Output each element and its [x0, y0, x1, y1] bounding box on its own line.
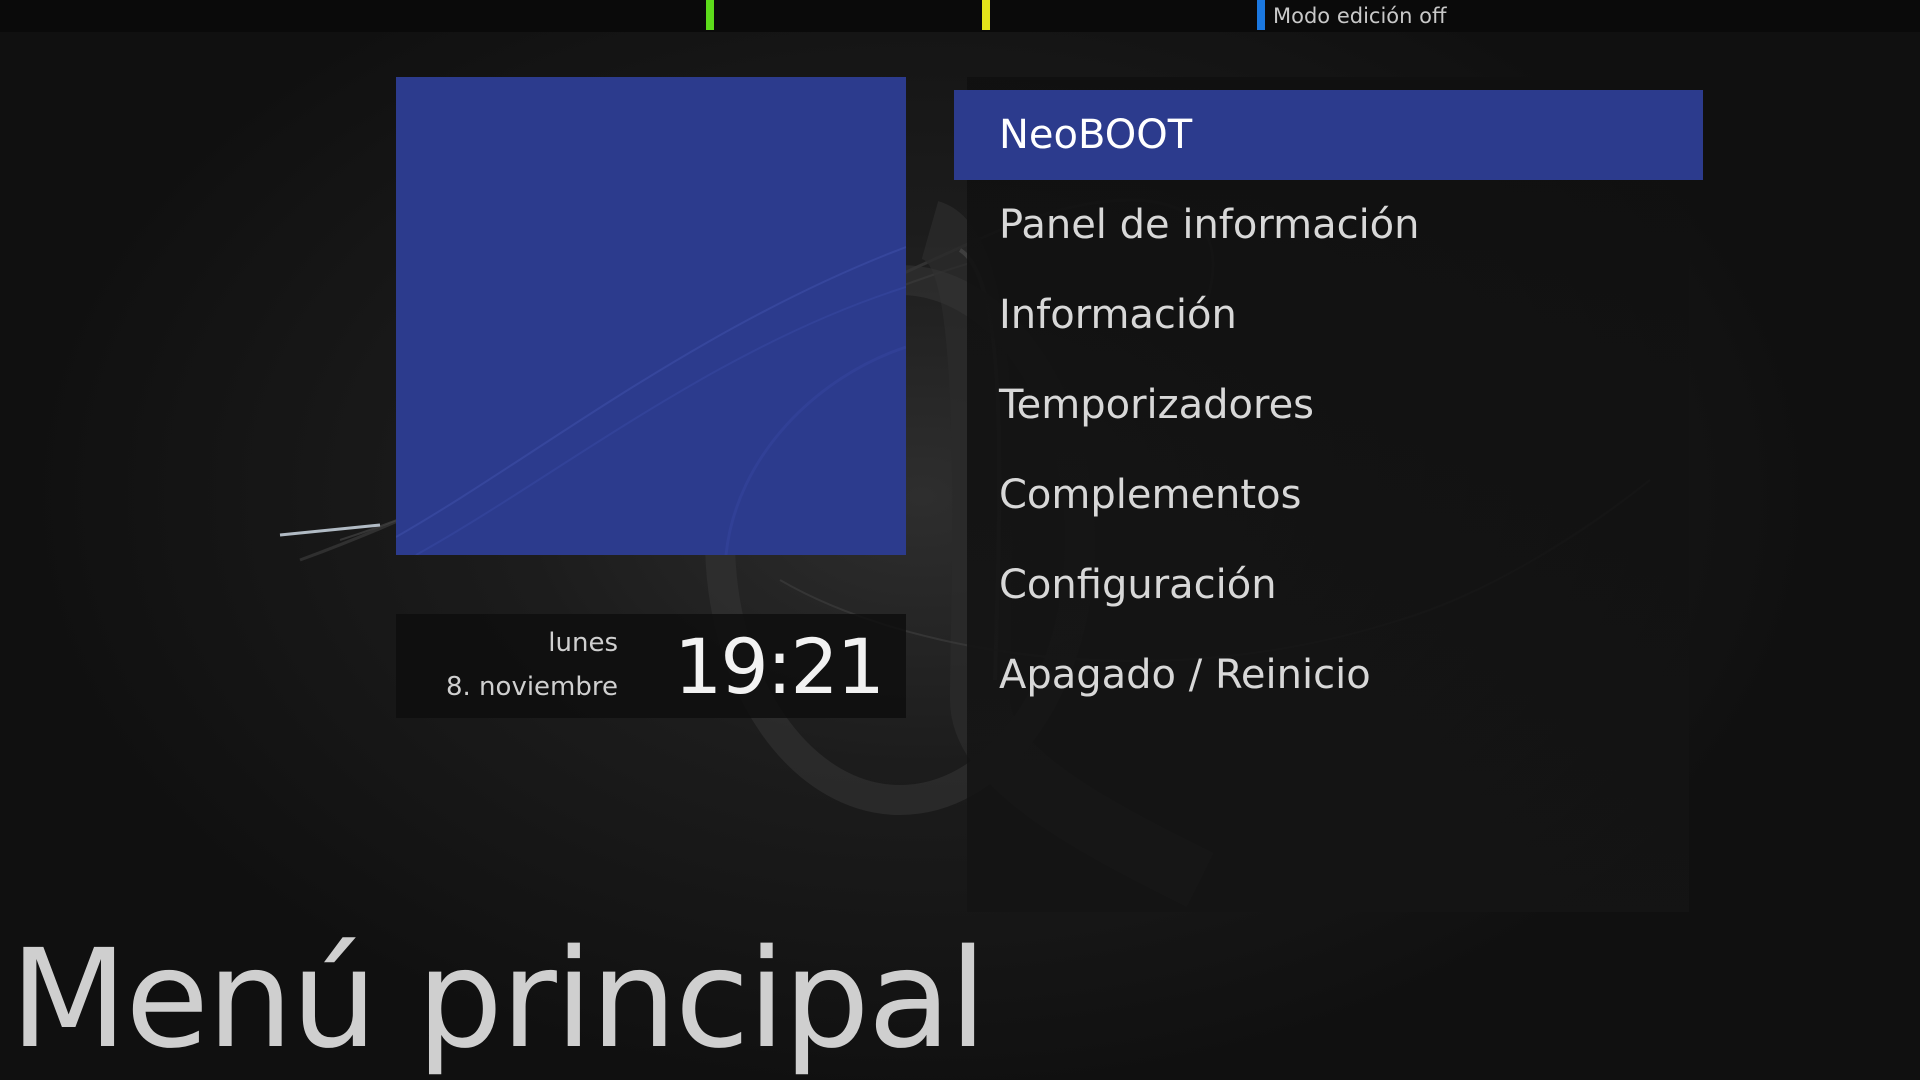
blue-key-indicator[interactable]	[1257, 0, 1265, 30]
menu-item-shutdown[interactable]: Apagado / Reinicio	[954, 630, 1703, 720]
clock-panel: lunes 8. noviembre 19:21	[396, 614, 906, 718]
preview-swirl	[396, 246, 906, 555]
green-key-indicator[interactable]	[706, 0, 714, 30]
tv-preview-window	[396, 77, 906, 555]
page-title: Menú principal	[10, 921, 987, 1079]
top-bar: Modo edición off	[0, 0, 1920, 32]
menu-item-information[interactable]: Información	[954, 270, 1703, 360]
menu-item-info-panel[interactable]: Panel de información	[954, 180, 1703, 270]
menu-item-settings[interactable]: Configuración	[954, 540, 1703, 630]
weekday-label: lunes	[548, 628, 618, 658]
time-display: 19:21	[674, 622, 885, 711]
yellow-key-indicator[interactable]	[982, 0, 990, 30]
menu-item-plugins[interactable]: Complementos	[954, 450, 1703, 540]
edit-mode-label[interactable]: Modo edición off	[1273, 4, 1446, 28]
menu-item-neoboot[interactable]: NeoBOOT	[954, 90, 1703, 180]
main-menu-list: NeoBOOT Panel de información Información…	[954, 90, 1703, 720]
date-label: 8. noviembre	[445, 672, 618, 702]
menu-item-timers[interactable]: Temporizadores	[954, 360, 1703, 450]
main-menu-screen: Modo edición off lunes 8. noviembre 19:2…	[0, 0, 1920, 1080]
